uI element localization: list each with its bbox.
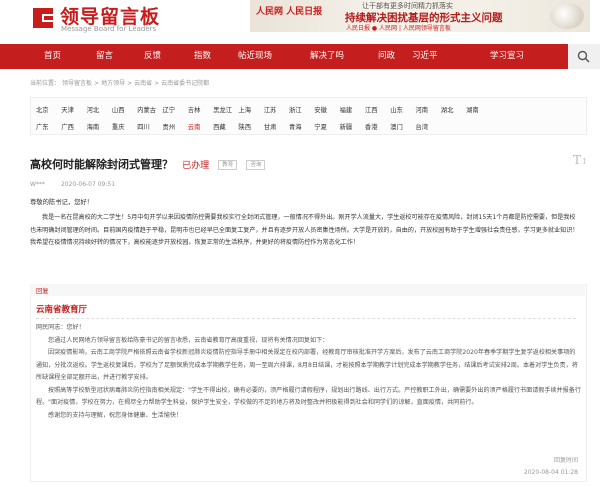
reply-date: 2020-08-04 01:28 (523, 469, 578, 476)
region-link[interactable]: 广东 (36, 122, 49, 131)
region-link[interactable]: 云南 (188, 122, 201, 131)
nav-item-inquiry[interactable]: 问政 (378, 44, 395, 69)
font-size-icon[interactable]: T↕ (573, 153, 588, 167)
message-title: 高校何时能解除封闭式管理？ (30, 158, 173, 171)
message-body: 我是一名在昆高校的大二学生！5月中旬开学以来因疫情防控需要我校实行全封闭式管理，… (30, 212, 580, 250)
region-link[interactable]: 香港 (365, 122, 378, 131)
reply-label: 回复 (36, 288, 49, 295)
reply-paragraph: 按照高等学校新型冠状病毒肺炎防控指南相关规定："学生不得出校，确有必要的，须严格… (36, 386, 581, 407)
region-link[interactable]: 西藏 (213, 122, 226, 131)
nav-item-messages[interactable]: 留言 (96, 44, 113, 69)
logo-icon[interactable] (30, 5, 56, 31)
tag-category[interactable]: 教育 (218, 160, 238, 170)
region-link[interactable]: 贵州 (163, 122, 176, 131)
banner-logo: 人民网 人民日报 (256, 7, 323, 17)
nav-item-home[interactable]: 首页 (44, 44, 61, 69)
region-link[interactable]: 广西 (61, 122, 74, 131)
banner-decoration-icon (550, 3, 584, 29)
message-body-text: 我是一名在昆高校的大二学生！5月中旬开学以来因疫情防控需要我校实行全封闭式管理，… (30, 214, 579, 246)
message-meta: W*** 2020-06-07 09:51 (30, 181, 131, 188)
region-link[interactable]: 宁夏 (314, 122, 327, 131)
region-link[interactable]: 河南 (416, 105, 429, 114)
region-link[interactable]: 青海 (289, 122, 302, 131)
reply-organization: 云南省教育厅 (36, 305, 88, 315)
region-link[interactable]: 浙江 (289, 105, 302, 114)
breadcrumb-separator: > (127, 80, 133, 87)
reply-body: 网民同志：您好！ 您通过人民网地方领导留言板给陈豪书记的留言收悉，云南省教育厅高… (36, 322, 581, 422)
site-subtitle: Message Board for Leaders (61, 25, 157, 33)
region-link[interactable]: 台湾 (416, 122, 429, 131)
region-link[interactable]: 黑龙江 (213, 105, 232, 114)
breadcrumb-separator: > (154, 80, 160, 87)
region-link[interactable]: 湖南 (466, 105, 479, 114)
nav-item-solved[interactable]: 解决了吗 (310, 44, 344, 69)
message-title-row: 高校何时能解除封闭式管理？ 已办理 教育 咨询 (30, 153, 266, 172)
region-link[interactable]: 新疆 (340, 122, 353, 131)
region-link[interactable]: 北京 (36, 105, 49, 114)
nav-item-xi[interactable]: 习近平 (412, 44, 438, 69)
region-link[interactable]: 上海 (238, 105, 251, 114)
reply-time-label: 回复时间 (553, 457, 578, 464)
region-link[interactable]: 四川 (137, 122, 150, 131)
nav-item-study[interactable]: 学习宣习 (490, 44, 524, 69)
status-badge: 已办理 (182, 161, 210, 171)
reply-paragraph: 您通过人民网地方领导留言板给陈豪书记的留言收悉，云南省教育厅高度重视，现将有关情… (48, 336, 329, 344)
region-link[interactable]: 山东 (390, 105, 403, 114)
region-link[interactable]: 重庆 (112, 122, 125, 131)
site-header: 领导留言板 Message Board for Leaders 人民网 人民日报… (0, 0, 600, 44)
tag-type[interactable]: 咨询 (246, 160, 266, 170)
region-link[interactable]: 海南 (87, 122, 100, 131)
reply-header: 回复 (30, 284, 585, 296)
reply-paragraph: 感谢您的支持与理解，祝您身体健康、生活愉快！ (48, 411, 183, 419)
region-link[interactable]: 安徽 (314, 105, 327, 114)
banner-line-3: 人民日报 ● 人民网 | 人民网领导留言板 (346, 25, 451, 32)
message-date: 2020-06-07 09:51 (60, 181, 116, 188)
region-link[interactable]: 福建 (340, 105, 353, 114)
region-link[interactable]: 内蒙古 (137, 105, 156, 114)
breadcrumb-prefix: 当前位置： (30, 80, 61, 87)
region-link[interactable]: 吉林 (188, 105, 201, 114)
breadcrumb-link-province[interactable]: 云南省 (134, 80, 152, 87)
region-link[interactable]: 辽宁 (163, 105, 176, 114)
promo-banner[interactable]: 人民网 人民日报 让干部有更多时间精力抓落实 持续解决困扰基层的形式主义问题 人… (250, 0, 590, 32)
reply-paragraph: 因突疫情影响，云南工商学院严格依照云南省学校新冠肺炎疫情防控指导手册中相关规定在… (36, 349, 578, 381)
region-link[interactable]: 山西 (112, 105, 125, 114)
breadcrumb-separator: > (94, 80, 100, 87)
region-link[interactable]: 澳门 (390, 122, 403, 131)
breadcrumb-link-board[interactable]: 领导留言板 (62, 80, 92, 87)
region-link[interactable]: 江苏 (264, 105, 277, 114)
breadcrumb-current: 云南省委书记院都 (161, 80, 210, 87)
reply-paragraph: 网民同志：您好！ (36, 324, 85, 331)
nav-item-index[interactable]: 指数 (194, 44, 211, 69)
nav-item-scene[interactable]: 帖近现场 (238, 44, 272, 69)
breadcrumb: 当前位置： 领导留言板 > 地方领导 > 云南省 > 云南省委书记院都 (30, 78, 211, 87)
region-link[interactable]: 江西 (365, 105, 378, 114)
message-greeting: 尊敬的陈书记，您好！ (30, 199, 93, 206)
region-link[interactable]: 天津 (61, 105, 74, 114)
search-button[interactable] (568, 44, 600, 69)
search-icon (577, 50, 590, 63)
message-user: W*** (30, 181, 45, 188)
region-link[interactable]: 陕西 (238, 122, 251, 131)
nav-item-feedback[interactable]: 反馈 (144, 44, 161, 69)
region-link[interactable]: 湖北 (441, 105, 454, 114)
breadcrumb-link-local[interactable]: 地方领导 (101, 80, 125, 87)
region-link[interactable]: 甘肃 (264, 122, 277, 131)
main-nav: 首页 留言 反馈 指数 帖近现场 解决了吗 问政 习近平 学习宣习 (0, 44, 600, 69)
region-link[interactable]: 河北 (87, 105, 100, 114)
reply-divider (36, 318, 576, 319)
